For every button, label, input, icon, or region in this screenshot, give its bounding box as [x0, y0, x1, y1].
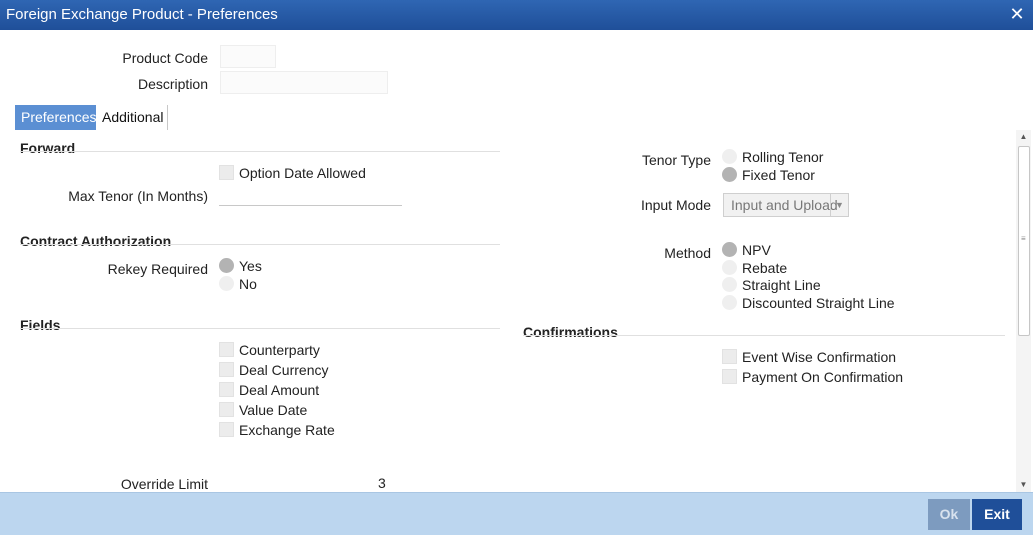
deal-currency-label: Deal Currency — [239, 362, 329, 378]
rekey-yes-label: Yes — [239, 258, 262, 274]
method-rebate-label: Rebate — [742, 260, 788, 276]
rekey-no-label: No — [239, 276, 257, 292]
payment-on-confirmation-label: Payment On Confirmation — [742, 369, 904, 385]
input-mode-value: Input and Upload — [731, 197, 838, 213]
scroll-down-icon[interactable]: ▼ — [1016, 478, 1031, 492]
method-straight-line-label: Straight Line — [742, 277, 821, 293]
description-label: Description — [137, 76, 208, 92]
input-mode-select[interactable]: Input and Upload ▼ — [723, 193, 849, 217]
rolling-tenor-radio[interactable] — [722, 149, 737, 164]
section-divider — [523, 335, 1005, 336]
footer-bar: Ok Exit — [0, 492, 1033, 535]
rolling-tenor-label: Rolling Tenor — [742, 149, 824, 165]
method-label: Method — [664, 245, 711, 261]
title-bar: Foreign Exchange Product - Preferences ✕ — [0, 0, 1033, 30]
scroll-up-icon[interactable]: ▲ — [1016, 130, 1031, 144]
rekey-yes-radio[interactable] — [219, 258, 234, 273]
section-forward-title: Forward — [20, 140, 76, 156]
payment-on-confirmation-checkbox[interactable] — [722, 369, 737, 384]
section-fields-title: Fields — [20, 317, 61, 333]
counterparty-checkbox[interactable] — [219, 342, 234, 357]
override-limit-label: Override Limit — [120, 476, 208, 492]
deal-amount-label: Deal Amount — [239, 382, 320, 398]
rekey-required-label: Rekey Required — [107, 261, 208, 277]
chevron-down-icon[interactable]: ▼ — [830, 194, 848, 216]
option-date-allowed-label: Option Date Allowed — [239, 165, 366, 181]
exchange-rate-label: Exchange Rate — [239, 422, 335, 438]
value-date-label: Value Date — [239, 402, 308, 418]
section-confirmations-title: Confirmations — [523, 324, 618, 340]
method-npv-label: NPV — [742, 242, 771, 258]
section-divider — [20, 328, 500, 329]
method-npv-radio[interactable] — [722, 242, 737, 257]
rekey-no-radio[interactable] — [219, 276, 234, 291]
method-straight-line-radio[interactable] — [722, 277, 737, 292]
deal-amount-checkbox[interactable] — [219, 382, 234, 397]
event-wise-confirmation-checkbox[interactable] — [722, 349, 737, 364]
product-code-label: Product Code — [122, 50, 208, 66]
section-divider — [20, 244, 500, 245]
max-tenor-input[interactable] — [219, 186, 402, 206]
event-wise-confirmation-label: Event Wise Confirmation — [742, 349, 897, 365]
fixed-tenor-radio[interactable] — [722, 167, 737, 182]
product-code-field[interactable] — [220, 45, 276, 68]
section-contract-authorization-title: Contract Authorization — [20, 233, 172, 249]
tenor-type-label: Tenor Type — [641, 152, 711, 168]
method-discounted-straight-line-radio[interactable] — [722, 295, 737, 310]
exit-button[interactable]: Exit — [972, 499, 1022, 530]
method-rebate-radio[interactable] — [722, 260, 737, 275]
tab-additional[interactable]: Additional — [96, 105, 168, 130]
scrollbar-thumb[interactable]: ≡ — [1018, 146, 1030, 336]
counterparty-label: Counterparty — [239, 342, 320, 358]
deal-currency-checkbox[interactable] — [219, 362, 234, 377]
max-tenor-label: Max Tenor (In Months) — [68, 188, 208, 204]
window-title: Foreign Exchange Product - Preferences — [6, 6, 278, 23]
grip-icon: ≡ — [1021, 234, 1026, 243]
tab-preferences[interactable]: Preferences — [15, 105, 96, 130]
option-date-allowed-checkbox[interactable] — [219, 165, 234, 180]
ok-button[interactable]: Ok — [928, 499, 970, 530]
description-field[interactable] — [220, 71, 388, 94]
method-discounted-straight-line-label: Discounted Straight Line — [742, 295, 895, 311]
vertical-scrollbar[interactable]: ▲ ≡ ▼ — [1016, 130, 1031, 492]
input-mode-label: Input Mode — [640, 197, 711, 213]
exchange-rate-checkbox[interactable] — [219, 422, 234, 437]
override-limit-value[interactable]: 3 — [378, 475, 386, 491]
dialog-window: Foreign Exchange Product - Preferences ✕… — [0, 0, 1033, 535]
value-date-checkbox[interactable] — [219, 402, 234, 417]
fixed-tenor-label: Fixed Tenor — [742, 167, 815, 183]
section-divider — [20, 151, 500, 152]
close-icon[interactable]: ✕ — [1007, 4, 1027, 24]
